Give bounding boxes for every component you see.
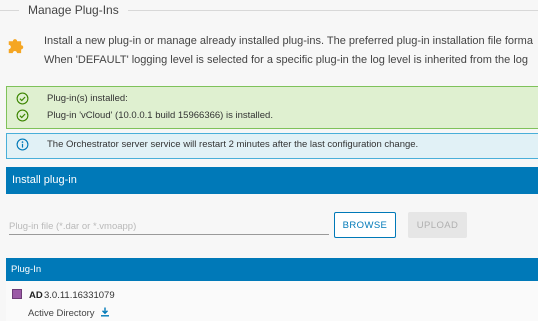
- success-title: Plug-in(s) installed:: [47, 93, 128, 104]
- plugin-package-icon: [12, 289, 22, 299]
- description-line-1: Install a new plug-in or manage already …: [44, 35, 533, 47]
- table-row[interactable]: AD 3.0.11.16331079 Active Directory: [6, 281, 538, 321]
- download-icon[interactable]: [100, 307, 110, 317]
- column-header-plugin[interactable]: Plug-In: [11, 264, 41, 275]
- success-alert: Plug-in(s) installed: Plug-in 'vCloud' (…: [6, 86, 538, 129]
- info-circle-icon: [16, 138, 29, 151]
- plugin-file-input[interactable]: [9, 218, 329, 235]
- success-row: Plug-in 'vCloud' (10.0.0.1 build 1596636…: [16, 109, 273, 122]
- check-circle-icon: [16, 92, 29, 105]
- browse-button[interactable]: BROWSE: [334, 212, 396, 238]
- page-title: Manage Plug-Ins: [19, 3, 128, 17]
- upload-button[interactable]: UPLOAD: [408, 212, 467, 238]
- info-alert: The Orchestrator server service will res…: [6, 133, 538, 159]
- plugin-description: Active Directory: [28, 308, 95, 319]
- check-circle-icon: [16, 109, 29, 122]
- plugin-name: AD: [29, 290, 43, 301]
- info-message: The Orchestrator server service will res…: [47, 139, 419, 150]
- description-line-2: When 'DEFAULT' logging level is selected…: [44, 54, 528, 66]
- puzzle-piece-icon: [8, 39, 24, 54]
- install-plugin-title: Install plug-in: [12, 174, 77, 186]
- success-row: Plug-in(s) installed:: [16, 92, 128, 105]
- plugin-version: 3.0.11.16331079: [44, 290, 115, 301]
- plugin-table-header: Plug-In: [6, 258, 538, 281]
- install-plugin-header: Install plug-in: [6, 167, 538, 194]
- info-row: The Orchestrator server service will res…: [16, 138, 418, 151]
- success-message: Plug-in 'vCloud' (10.0.0.1 build 1596636…: [47, 110, 273, 121]
